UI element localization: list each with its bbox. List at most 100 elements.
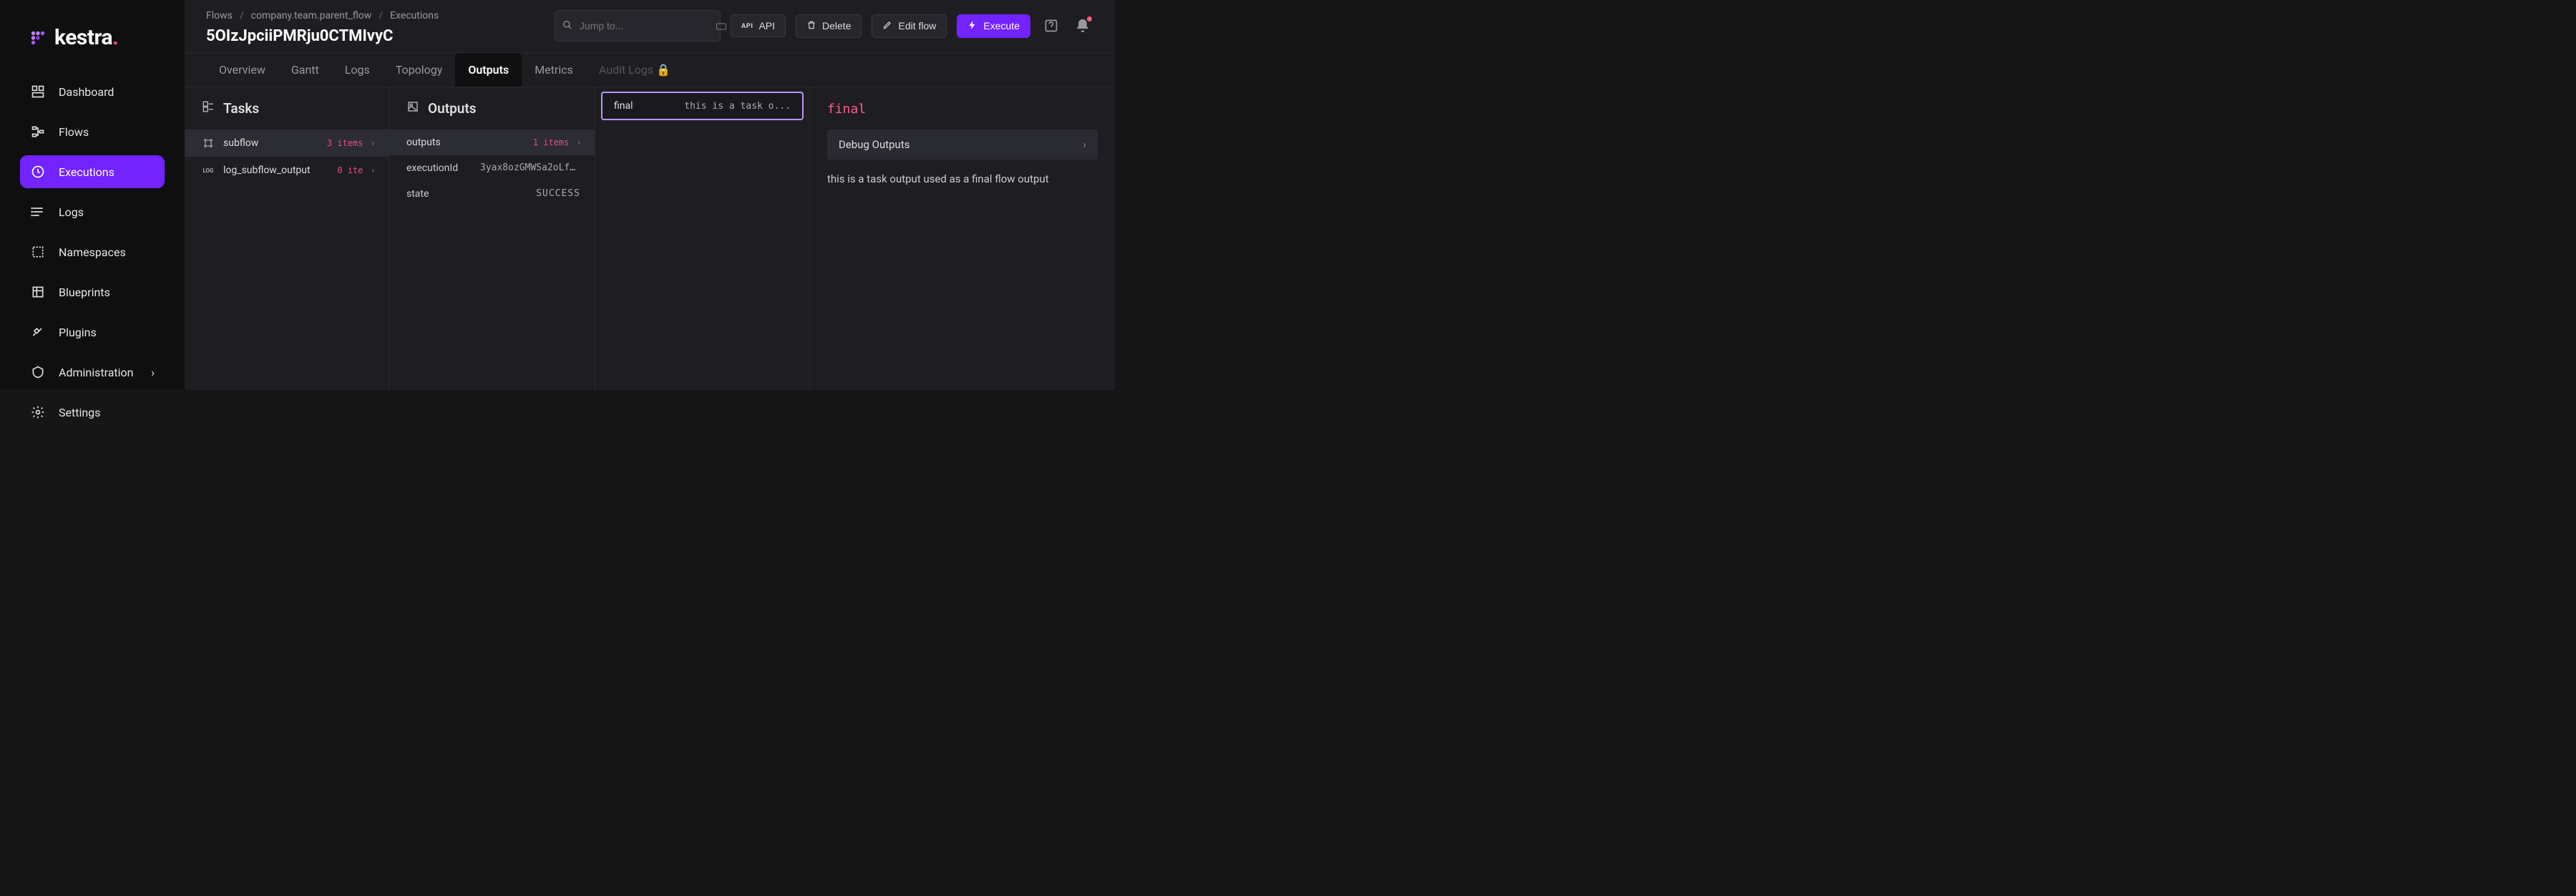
- nav-list: Dashboard Flows Executions Logs Namespac…: [0, 75, 185, 429]
- trash-icon: [806, 20, 816, 32]
- execute-button[interactable]: Execute: [957, 14, 1030, 38]
- task-label: subflow: [223, 137, 258, 149]
- value-val: this is a task o...: [684, 101, 791, 112]
- chevron-right-icon: ›: [151, 366, 155, 379]
- sidebar-item-label: Executions: [59, 165, 114, 179]
- output-value: 3yax8ozGMWSa2oLf...: [480, 162, 580, 174]
- sidebar-item-dashboard[interactable]: Dashboard: [20, 75, 165, 108]
- sidebar-item-label: Flows: [59, 125, 89, 139]
- sidebar-item-namespaces[interactable]: Namespaces: [20, 235, 165, 268]
- executions-icon: [30, 164, 46, 180]
- sidebar-item-label: Blueprints: [59, 286, 110, 299]
- output-key: state: [406, 188, 429, 200]
- breadcrumb-executions[interactable]: Executions: [390, 10, 439, 21]
- task-row-subflow[interactable]: subflow 3 items ›: [185, 130, 389, 157]
- lock-icon: 🔒: [656, 63, 670, 77]
- main-content: Flows / company.team.parent_flow / Execu…: [185, 0, 1115, 390]
- logs-icon: [30, 204, 46, 220]
- help-icon: [1044, 19, 1058, 33]
- tasks-icon: [202, 100, 215, 117]
- tasks-header: Tasks: [185, 87, 389, 130]
- tab-outputs[interactable]: Outputs: [455, 53, 522, 87]
- outputs-panel: Outputs outputs 1 items › executionId 3y…: [389, 87, 595, 390]
- tab-metrics[interactable]: Metrics: [522, 53, 586, 87]
- breadcrumb-area: Flows / company.team.parent_flow / Execu…: [206, 10, 555, 45]
- sidebar-item-administration[interactable]: Administration ›: [20, 356, 165, 389]
- log-icon: LOG: [202, 164, 215, 177]
- detail-title: final: [827, 102, 1098, 117]
- edit-flow-button[interactable]: Edit flow: [872, 14, 947, 38]
- breadcrumb: Flows / company.team.parent_flow / Execu…: [206, 10, 555, 21]
- sidebar-item-flows[interactable]: Flows: [20, 115, 165, 148]
- delete-label: Delete: [822, 20, 851, 31]
- api-icon: API: [741, 22, 753, 29]
- tab-logs[interactable]: Logs: [332, 53, 383, 87]
- chevron-right-icon: ›: [577, 137, 580, 147]
- breadcrumb-sep: /: [379, 10, 383, 21]
- dashboard-icon: [30, 84, 46, 99]
- sidebar-item-label: Administration: [59, 366, 134, 379]
- breadcrumb-sep: /: [240, 10, 244, 21]
- sidebar-item-label: Logs: [59, 205, 84, 219]
- topbar: Flows / company.team.parent_flow / Execu…: [185, 0, 1115, 53]
- flows-icon: [30, 124, 46, 140]
- value-key: final: [614, 100, 633, 112]
- breadcrumb-flows[interactable]: Flows: [206, 10, 233, 21]
- sidebar-item-executions[interactable]: Executions: [20, 155, 165, 188]
- blueprints-icon: [30, 284, 46, 300]
- tab-audit-logs: Audit Logs 🔒: [586, 53, 683, 87]
- sidebar: kestra. Dashboard Flows Executions Logs …: [0, 0, 185, 390]
- task-row-log[interactable]: LOG log_subflow_output 0 ite ›: [185, 157, 389, 184]
- output-meta: 1 items: [533, 137, 570, 147]
- sidebar-item-label: Settings: [59, 406, 100, 419]
- sidebar-item-label: Namespaces: [59, 245, 126, 259]
- task-meta: 0 ite: [337, 165, 363, 175]
- bell-icon: [1075, 19, 1090, 33]
- sidebar-item-label: Plugins: [59, 326, 97, 339]
- tab-gantt[interactable]: Gantt: [278, 53, 332, 87]
- output-key: executionId: [406, 162, 458, 174]
- namespaces-icon: [30, 244, 46, 260]
- breadcrumb-namespace[interactable]: company.team.parent_flow: [251, 10, 372, 21]
- output-row-state[interactable]: state SUCCESS: [389, 181, 595, 207]
- search-icon: [562, 19, 572, 33]
- execution-id: 5OIzJpciiPMRju0CTMIvyC: [206, 27, 555, 45]
- administration-icon: [30, 364, 46, 380]
- subflow-icon: [202, 137, 215, 150]
- debug-outputs-button[interactable]: Debug Outputs ›: [827, 130, 1098, 160]
- tab-overview[interactable]: Overview: [206, 53, 278, 87]
- execute-label: Execute: [983, 20, 1020, 31]
- help-button[interactable]: [1040, 15, 1062, 36]
- edit-label: Edit flow: [898, 20, 936, 31]
- output-row-outputs[interactable]: outputs 1 items ›: [389, 130, 595, 155]
- tasks-header-label: Tasks: [223, 100, 259, 117]
- chevron-right-icon: ›: [1083, 138, 1086, 151]
- sidebar-item-logs[interactable]: Logs: [20, 195, 165, 228]
- delete-button[interactable]: Delete: [796, 14, 862, 38]
- value-row-final[interactable]: final this is a task o...: [601, 92, 804, 120]
- search-input[interactable]: [580, 20, 709, 31]
- detail-text: this is a task output used as a final fl…: [827, 172, 1098, 185]
- api-button[interactable]: API API: [731, 14, 786, 37]
- search-box[interactable]: Ctrl/Cmd + K: [555, 10, 721, 42]
- bolt-icon: [967, 20, 977, 32]
- debug-label: Debug Outputs: [839, 138, 909, 151]
- sidebar-item-plugins[interactable]: Plugins: [20, 316, 165, 349]
- task-meta: 3 items: [327, 138, 364, 148]
- sidebar-item-settings[interactable]: Settings: [20, 396, 165, 429]
- tabs: Overview Gantt Logs Topology Outputs Met…: [185, 53, 1115, 87]
- sidebar-item-label: Dashboard: [59, 85, 114, 99]
- outputs-header: Outputs: [389, 87, 595, 130]
- chevron-right-icon: ›: [371, 165, 374, 175]
- task-label: log_subflow_output: [223, 165, 311, 176]
- notifications-button[interactable]: [1072, 15, 1093, 36]
- content-panels: Tasks subflow 3 items › LOG log_subflow_…: [185, 87, 1115, 390]
- sidebar-item-blueprints[interactable]: Blueprints: [20, 276, 165, 308]
- tab-topology[interactable]: Topology: [383, 53, 456, 87]
- output-value: SUCCESS: [536, 188, 580, 200]
- detail-panel: final Debug Outputs › this is a task out…: [810, 87, 1115, 390]
- output-row-executionid[interactable]: executionId 3yax8ozGMWSa2oLf...: [389, 155, 595, 181]
- tab-audit-label: Audit Logs: [599, 63, 653, 77]
- values-panel: final this is a task o...: [595, 87, 810, 390]
- api-label: API: [758, 20, 775, 31]
